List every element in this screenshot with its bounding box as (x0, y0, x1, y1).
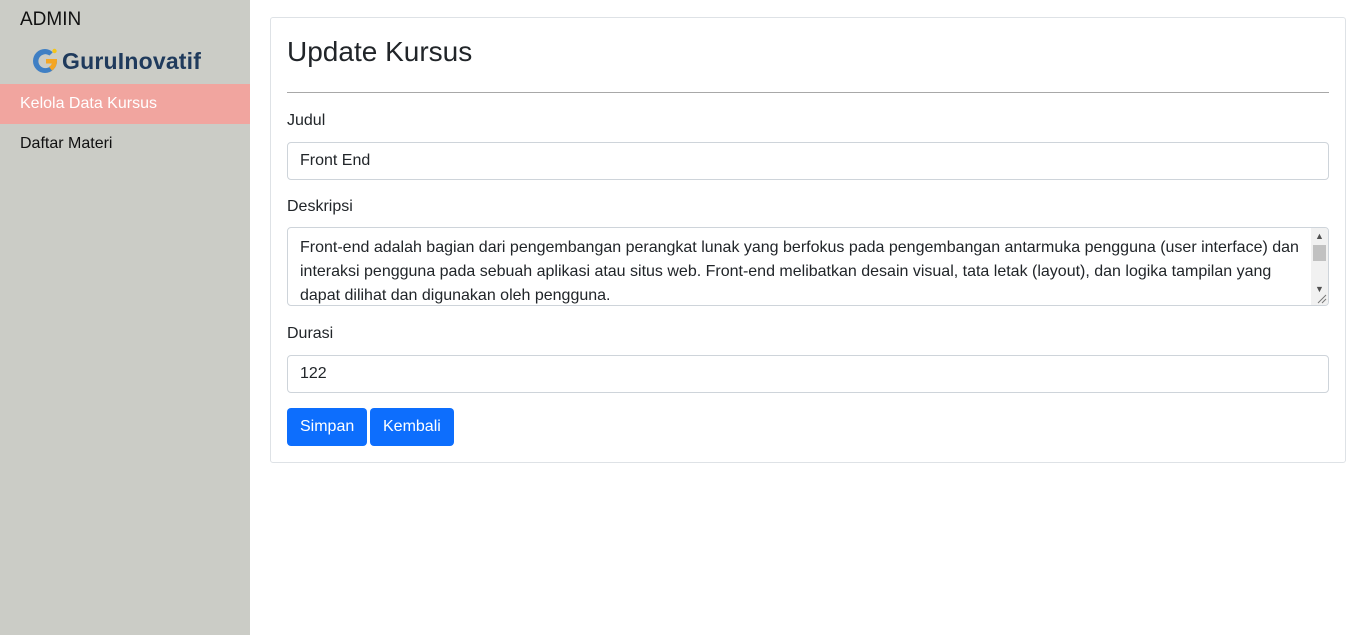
durasi-label: Durasi (287, 325, 334, 342)
update-course-card: Update Kursus Judul Deskripsi Front-end … (270, 17, 1346, 463)
scroll-up-arrow-icon[interactable]: ▲ (1311, 228, 1328, 244)
deskripsi-textarea[interactable]: Front-end adalah bagian dari pengembanga… (287, 227, 1329, 306)
resize-grip-icon[interactable] (1315, 292, 1327, 304)
page-title: Update Kursus (287, 36, 473, 67)
brand-logo-text: GuruInovatif (62, 47, 202, 74)
sidebar: ADMIN GuruInovatif Kelola Data Kursus Da… (0, 0, 250, 635)
judul-label: Judul (287, 112, 326, 129)
kembali-button[interactable]: Kembali (370, 408, 454, 446)
deskripsi-label: Deskripsi (287, 198, 353, 215)
sidebar-item-daftar-materi[interactable]: Daftar Materi (0, 124, 250, 164)
guruinovatif-logo-icon (33, 48, 57, 73)
judul-input[interactable] (287, 142, 1329, 180)
brand-logo: GuruInovatif (30, 46, 201, 76)
simpan-button[interactable]: Simpan (287, 408, 368, 446)
sidebar-item-label: Daftar Materi (20, 135, 113, 152)
durasi-input[interactable] (287, 355, 1329, 393)
sidebar-title: ADMIN (20, 9, 82, 30)
sidebar-item-kelola-data-kursus[interactable]: Kelola Data Kursus (0, 84, 250, 124)
title-divider (287, 92, 1329, 93)
scroll-thumb[interactable] (1313, 245, 1326, 261)
deskripsi-text: Front-end adalah bagian dari pengembanga… (300, 239, 1299, 304)
sidebar-item-label: Kelola Data Kursus (20, 95, 157, 112)
